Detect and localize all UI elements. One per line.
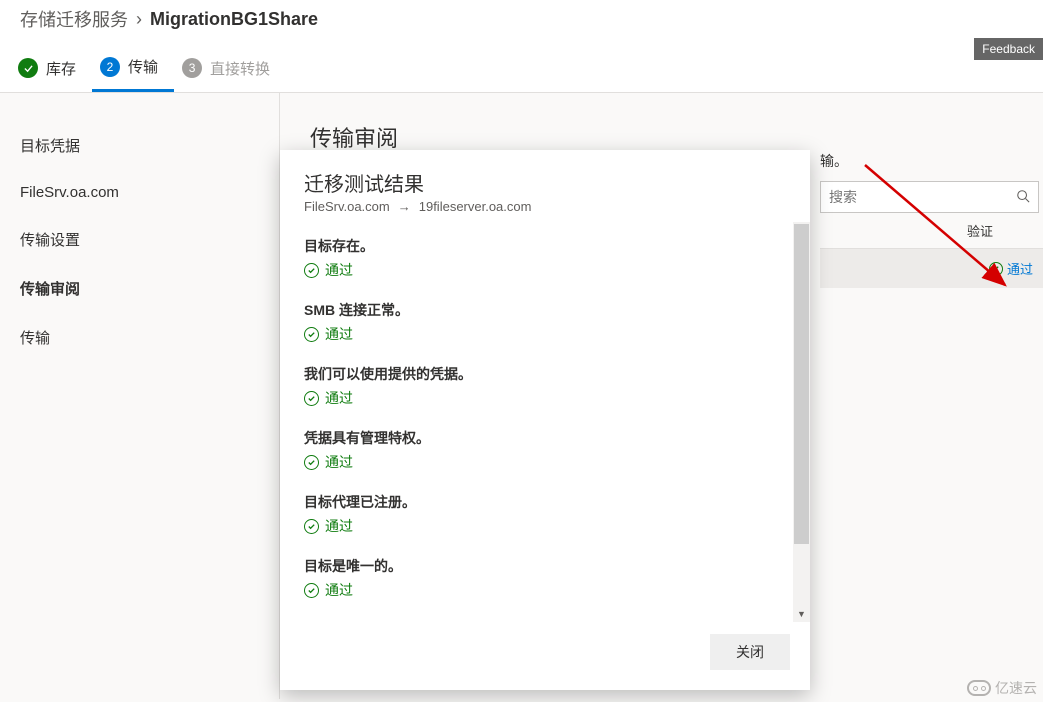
result-label: 目标是唯一的。 (304, 556, 786, 576)
dialog-footer: 关闭 (280, 622, 810, 690)
watermark: 亿速云 (967, 678, 1037, 698)
watermark-text: 亿速云 (995, 678, 1037, 698)
close-button[interactable]: 关闭 (710, 634, 790, 670)
sidebar-item-source-server[interactable]: FileSrv.oa.com (8, 170, 279, 215)
check-icon (304, 519, 319, 534)
check-icon (989, 262, 1003, 276)
result-status: 通过 (304, 452, 786, 472)
result-item: 目标代理已注册。 通过 (304, 492, 786, 536)
result-status: 通过 (304, 324, 786, 344)
status-text: 通过 (325, 324, 353, 344)
result-status: 通过 (304, 388, 786, 408)
check-icon (304, 391, 319, 406)
result-label: SMB 连接正常。 (304, 300, 786, 320)
result-item: 凭据具有管理特权。 通过 (304, 428, 786, 472)
check-icon (304, 263, 319, 278)
step-number: 3 (182, 58, 202, 78)
check-icon (304, 455, 319, 470)
check-icon (304, 583, 319, 598)
scrollbar-thumb[interactable] (794, 224, 809, 544)
sidebar-item-transfer-review[interactable]: 传输审阅 (8, 264, 279, 313)
status-text: 通过 (325, 452, 353, 472)
dialog-subtitle: FileSrv.oa.com → 19fileserver.oa.com (304, 199, 786, 214)
results-table: 验证 通过 (820, 213, 1043, 288)
status-text: 通过 (325, 580, 353, 600)
table-column-validate[interactable]: 验证 (820, 213, 1043, 249)
status-text: 通过 (325, 516, 353, 536)
scrollbar[interactable]: ▲ ▼ (793, 222, 810, 622)
result-item: SMB 连接正常。 通过 (304, 300, 786, 344)
sidebar-item-transfer[interactable]: 传输 (8, 313, 279, 362)
breadcrumb-current: MigrationBG1Share (150, 9, 318, 30)
step-number: 2 (100, 57, 120, 77)
validation-status-link[interactable]: 通过 (1007, 259, 1033, 278)
dialog-body: 目标存在。 通过 SMB 连接正常。 通过 我们可以使用提供的凭据。 通过 凭据… (280, 222, 810, 622)
status-text: 通过 (325, 388, 353, 408)
page-title: 传输审阅 (310, 121, 1043, 153)
search-input[interactable] (829, 189, 1016, 205)
dialog-title: 迁移测试结果 (304, 168, 786, 197)
result-status: 通过 (304, 260, 786, 280)
step-transfer[interactable]: 2 传输 (92, 48, 174, 92)
step-done-icon (18, 58, 38, 78)
result-label: 目标存在。 (304, 236, 786, 256)
step-label: 直接转换 (210, 58, 270, 79)
step-label: 传输 (128, 56, 158, 77)
result-item: 目标存在。 通过 (304, 236, 786, 280)
scroll-down-arrow-icon[interactable]: ▼ (793, 605, 810, 622)
step-inventory[interactable]: 库存 (10, 50, 92, 91)
check-icon (304, 327, 319, 342)
sidebar-item-transfer-settings[interactable]: 传输设置 (8, 215, 279, 264)
sidebar: 目标凭据 FileSrv.oa.com 传输设置 传输审阅 传输 (0, 93, 280, 699)
target-server-name: 19fileserver.oa.com (419, 199, 532, 214)
source-server-name: FileSrv.oa.com (304, 199, 390, 214)
result-status: 通过 (304, 516, 786, 536)
page-description-fragment: 输。 (820, 151, 848, 171)
wizard-steps: 库存 2 传输 3 直接转换 (0, 38, 1043, 93)
result-label: 目标代理已注册。 (304, 492, 786, 512)
breadcrumb-separator: › (136, 9, 142, 30)
search-box[interactable] (820, 181, 1039, 213)
step-cutover[interactable]: 3 直接转换 (174, 50, 286, 91)
result-item: 目标是唯一的。 通过 (304, 556, 786, 600)
result-status: 通过 (304, 580, 786, 600)
status-text: 通过 (325, 260, 353, 280)
search-icon[interactable] (1016, 189, 1030, 206)
table-row[interactable]: 通过 (820, 249, 1043, 288)
arrow-right-icon: → (398, 199, 411, 214)
migration-test-results-dialog: 迁移测试结果 FileSrv.oa.com → 19fileserver.oa.… (280, 150, 810, 690)
breadcrumb: 存储迁移服务 › MigrationBG1Share (0, 0, 1043, 38)
result-item: 我们可以使用提供的凭据。 通过 (304, 364, 786, 408)
feedback-button[interactable]: Feedback (974, 38, 1043, 60)
breadcrumb-service[interactable]: 存储迁移服务 (20, 6, 128, 32)
step-label: 库存 (46, 58, 76, 79)
result-label: 我们可以使用提供的凭据。 (304, 364, 786, 384)
sidebar-item-target-credentials[interactable]: 目标凭据 (8, 121, 279, 170)
result-label: 凭据具有管理特权。 (304, 428, 786, 448)
dialog-header: 迁移测试结果 FileSrv.oa.com → 19fileserver.oa.… (280, 150, 810, 222)
watermark-logo-icon (967, 680, 991, 696)
